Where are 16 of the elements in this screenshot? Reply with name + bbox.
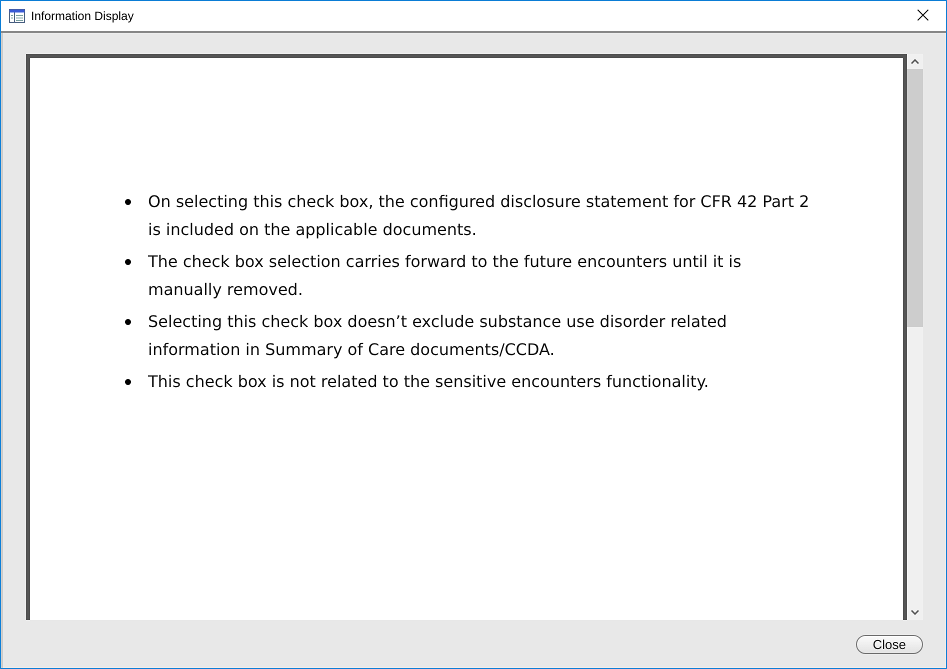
bullet-text: On selecting this check box, the configured disclosure statement for CFR 42 Part 2 is included on the applicable documents.: [148, 191, 810, 241]
bullet-icon: [125, 379, 131, 385]
close-button[interactable]: ×: [900, 1, 946, 31]
bullet-icon: [125, 259, 131, 265]
bullet-text: Selecting this check box doesn’t exclude substance use disorder related information in Summary of Care documents/CCDA.: [148, 311, 728, 361]
bullet-icon: [125, 199, 131, 205]
close-dialog-button[interactable]: Close: [856, 634, 923, 654]
scrollbar-thumb[interactable]: [907, 69, 923, 327]
bullet-text: The check box selection carries forward to the future encounters until it is manually removed.: [148, 251, 742, 301]
scroll-down-icon[interactable]: [911, 610, 919, 615]
window-title: Information Display: [31, 9, 135, 23]
bullet-text: This check box is not related to the sensitive encounters functionality.: [148, 371, 709, 393]
bullet-icon: [125, 319, 131, 325]
scrollbar[interactable]: [907, 54, 923, 620]
table-icon: [9, 9, 25, 23]
scroll-up-icon[interactable]: [911, 59, 919, 64]
